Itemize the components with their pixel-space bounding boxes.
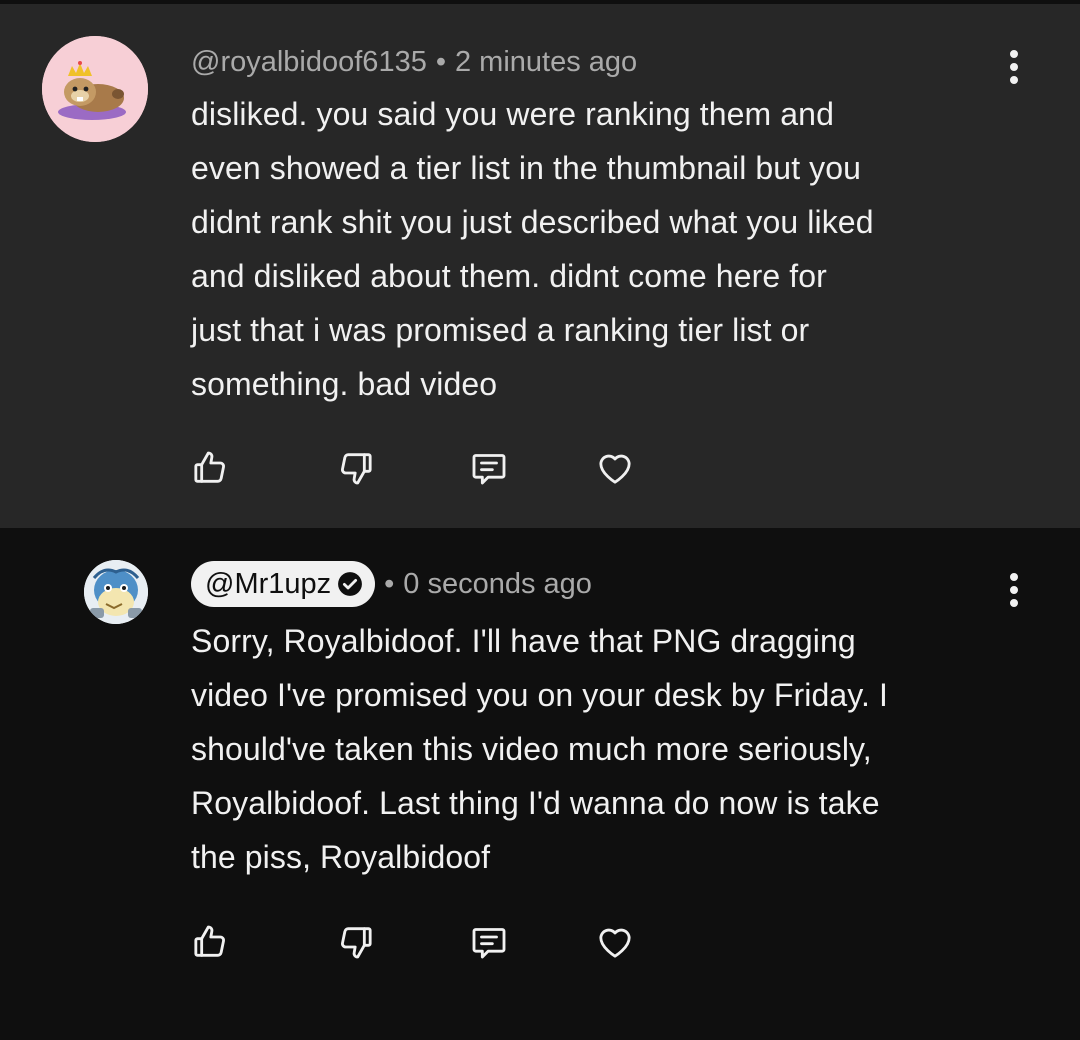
- verified-check-icon: [337, 571, 363, 597]
- comment-line: video I've promised you on your desk by …: [191, 677, 888, 713]
- bidoof-with-crown-avatar: [42, 36, 148, 142]
- pokemon-character-avatar: [84, 560, 148, 624]
- timestamp[interactable]: 2 minutes ago: [455, 46, 637, 79]
- author-handle: @Mr1upz: [205, 567, 332, 600]
- like-button[interactable]: [184, 916, 236, 968]
- more-options-icon[interactable]: [994, 42, 1034, 92]
- comment-line: the piss, Royalbidoof: [191, 839, 491, 875]
- comment-highlighted: @royalbidoof6135 • 2 minutes ago dislike…: [0, 4, 1080, 528]
- dislike-button[interactable]: [330, 916, 382, 968]
- comment-meta: @Mr1upz • 0 seconds ago: [191, 561, 592, 607]
- comment-line: just that i was promised a ranking tier …: [191, 312, 810, 348]
- avatar[interactable]: [84, 560, 148, 624]
- comment-line: disliked. you said you were ranking them…: [191, 96, 834, 132]
- comment-line: something. bad video: [191, 366, 498, 402]
- avatar[interactable]: [42, 36, 148, 142]
- heart-icon: [599, 454, 631, 484]
- like-button[interactable]: [184, 442, 236, 494]
- thumbs-down-icon: [341, 453, 372, 485]
- heart-button[interactable]: [589, 442, 641, 494]
- comment-line: didnt rank shit you just described what …: [191, 204, 874, 240]
- thumbs-up-icon: [194, 451, 225, 483]
- thumbs-down-icon: [341, 927, 372, 959]
- comment-text: disliked. you said you were ranking them…: [191, 87, 991, 411]
- comment-line: and disliked about them. didnt come here…: [191, 258, 827, 294]
- comment-line: should've taken this video much more ser…: [191, 731, 872, 767]
- comment: @Mr1upz • 0 seconds ago Sorry, Royalbido…: [0, 528, 1080, 1040]
- author-handle[interactable]: @royalbidoof6135: [191, 46, 427, 79]
- dislike-button[interactable]: [330, 442, 382, 494]
- meta-separator: •: [384, 567, 395, 600]
- heart-icon: [599, 928, 631, 958]
- comment-meta: @royalbidoof6135 • 2 minutes ago: [191, 42, 637, 82]
- reply-icon: [472, 454, 506, 485]
- comment-line: Sorry, Royalbidoof. I'll have that PNG d…: [191, 623, 856, 659]
- heart-button[interactable]: [589, 916, 641, 968]
- timestamp[interactable]: 0 seconds ago: [403, 568, 592, 601]
- thumbs-up-icon: [194, 925, 225, 957]
- comment-text: Sorry, Royalbidoof. I'll have that PNG d…: [191, 614, 991, 884]
- meta-separator: •: [435, 45, 446, 78]
- comment-line: Royalbidoof. Last thing I'd wanna do now…: [191, 785, 880, 821]
- more-options-icon[interactable]: [994, 565, 1034, 615]
- reply-icon: [472, 928, 506, 959]
- creator-handle-badge[interactable]: @Mr1upz: [191, 561, 376, 607]
- comment-line: even showed a tier list in the thumbnail…: [191, 150, 862, 186]
- reply-button[interactable]: [463, 916, 515, 968]
- reply-button[interactable]: [463, 442, 515, 494]
